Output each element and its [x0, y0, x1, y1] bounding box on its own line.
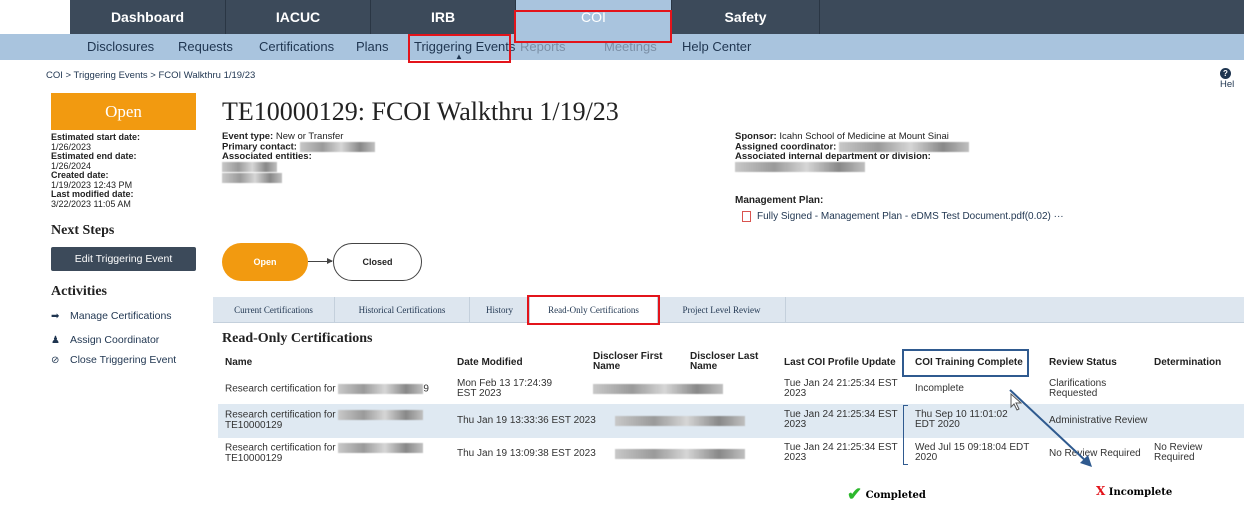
workflow-state-open: Open: [222, 243, 308, 281]
col-header-name[interactable]: Name: [225, 358, 252, 368]
cell-name[interactable]: Research certification for 9: [225, 384, 445, 395]
start-date-label: Estimated start date:: [51, 132, 141, 142]
more-options-icon[interactable]: ···: [1054, 211, 1064, 222]
nav-dashboard[interactable]: Dashboard: [70, 0, 226, 34]
cancel-circle-icon: ⊘: [51, 355, 60, 366]
help-label: Help: [1220, 79, 1234, 90]
associated-entities-label: Associated entities:: [222, 150, 312, 162]
cell-name[interactable]: Research certification for TE10000129: [225, 443, 445, 464]
cell-training-complete: Incomplete: [915, 383, 964, 394]
tab-bar: Current Certifications Historical Certif…: [213, 297, 1244, 324]
status-badge: Open: [51, 93, 196, 130]
col-header-determination[interactable]: Determination: [1154, 358, 1221, 368]
redacted-name: [338, 410, 424, 420]
section-title: Read-Only Certifications: [222, 331, 373, 346]
redacted-coordinator: [838, 141, 969, 152]
workflow-state-closed: Closed: [333, 243, 422, 281]
help-icon: ?: [1220, 68, 1231, 79]
legend-incomplete: X Incomplete: [1096, 484, 1172, 498]
x-icon: X: [1096, 484, 1106, 498]
nav-iacuc[interactable]: IACUC: [226, 0, 371, 34]
cell-profile-update: Tue Jan 24 21:25:34 EST 2023: [784, 442, 898, 463]
redacted-discloser: [593, 384, 723, 394]
page-title: TE10000129: FCOI Walkthru 1/19/23: [222, 97, 619, 126]
cell-profile-update: Tue Jan 24 21:25:34 EST 2023: [784, 378, 898, 399]
cell-profile-update: Tue Jan 24 21:25:34 EST 2023: [784, 409, 898, 430]
activities-heading: Activities: [51, 284, 107, 299]
breadcrumb[interactable]: COI > Triggering Events > FCOI Walkthru …: [46, 70, 255, 81]
nav-irb[interactable]: IRB: [371, 0, 516, 34]
workflow-arrow-icon: [308, 258, 333, 264]
modified-date-label: Last modified date:: [51, 189, 134, 199]
management-plan-file: Fully Signed - Management Plan - eDMS Te…: [757, 211, 1051, 223]
legend-completed-label: Completed: [865, 490, 926, 501]
cell-name[interactable]: Research certification for TE10000129: [225, 410, 445, 431]
redacted-contact: [299, 141, 375, 152]
tab-project-level-review[interactable]: Project Level Review: [658, 297, 786, 323]
activity-assign-coordinator[interactable]: ♟ Assign Coordinator: [51, 334, 159, 346]
cell-name-id: TE10000129: [225, 452, 283, 464]
annotation-bracket: [903, 405, 908, 465]
add-user-icon: ♟: [51, 335, 60, 346]
management-plan-label: Management Plan:: [735, 195, 824, 206]
activity-label: Manage Certifications: [70, 310, 172, 322]
col-header-review-status[interactable]: Review Status: [1049, 358, 1117, 368]
cell-date-modified: Mon Feb 13 17:24:39 EST 2023: [457, 378, 553, 399]
cell-name-suffix: 9: [423, 383, 429, 395]
legend-incomplete-label: Incomplete: [1108, 487, 1173, 498]
tab-historical-certifications[interactable]: Historical Certifications: [335, 297, 470, 323]
redacted-name: [338, 443, 424, 453]
cell-discloser-names: [593, 384, 723, 395]
activity-close-triggering-event[interactable]: ⊘ Close Triggering Event: [51, 354, 176, 366]
col-header-date-modified[interactable]: Date Modified: [457, 358, 523, 368]
cell-date-modified: Thu Jan 19 13:09:38 EST 2023: [457, 448, 596, 459]
col-header-last-coi-profile-update[interactable]: Last COI Profile Update: [784, 358, 896, 368]
redacted-discloser: [615, 449, 745, 459]
cell-date-modified: Thu Jan 19 13:33:36 EST 2023: [457, 415, 596, 426]
cell-discloser-names: [615, 449, 745, 460]
cell-discloser-names: [615, 416, 745, 427]
end-date-label: Estimated end date:: [51, 151, 137, 161]
redacted-department: [735, 162, 865, 173]
subnav-plans[interactable]: Plans: [356, 34, 389, 60]
activity-manage-certifications[interactable]: ➡ Manage Certifications: [51, 310, 172, 322]
redacted-entity: [222, 162, 277, 173]
activity-label: Close Triggering Event: [70, 354, 177, 366]
legend-completed: ✔ Completed: [847, 484, 926, 505]
annotation-box-training-column: [902, 349, 1029, 377]
pdf-icon: [742, 211, 751, 222]
cell-name-id: TE10000129: [225, 419, 283, 431]
cell-determination: No Review Required: [1154, 442, 1203, 463]
edit-triggering-event-button[interactable]: Edit Triggering Event: [51, 247, 196, 271]
subnav-disclosures[interactable]: Disclosures: [87, 34, 154, 60]
subnav-certifications[interactable]: Certifications: [259, 34, 334, 60]
subnav-help-center[interactable]: Help Center: [682, 34, 751, 60]
help-link[interactable]: ? Help: [1220, 68, 1244, 90]
tab-current-certifications[interactable]: Current Certifications: [213, 297, 335, 323]
event-dates: Estimated start date: 1/26/2023 Estimate…: [51, 132, 221, 209]
redacted-discloser: [615, 416, 745, 426]
created-date-label: Created date:: [51, 170, 109, 180]
annotation-box-triggering-events: [408, 34, 511, 63]
check-icon: ✔: [847, 484, 863, 505]
redacted-name: [338, 384, 424, 394]
redacted-entity: [222, 173, 282, 184]
arrow-in-box-icon: ➡: [51, 311, 60, 322]
activity-label: Assign Coordinator: [70, 334, 160, 346]
tab-history[interactable]: History: [470, 297, 530, 323]
subnav-requests[interactable]: Requests: [178, 34, 233, 60]
department-label: Associated internal department or divisi…: [735, 150, 931, 162]
annotation-box-read-only-tab: [527, 295, 660, 325]
annotation-box-coi: [514, 10, 672, 43]
event-details: Event type: New or Transfer Primary cont…: [222, 132, 375, 184]
nav-safety[interactable]: Safety: [672, 0, 820, 34]
management-plan-link[interactable]: Fully Signed - Management Plan - eDMS Te…: [742, 211, 1064, 222]
next-steps-heading: Next Steps: [51, 223, 115, 238]
mouse-cursor-icon: [1010, 393, 1023, 411]
sponsor-details: Sponsor: Icahn School of Medicine at Mou…: [735, 132, 969, 173]
col-header-discloser-last-name[interactable]: Discloser Last Name: [690, 352, 770, 372]
cell-name-text: Research certification for: [225, 383, 336, 395]
col-header-discloser-first-name[interactable]: Discloser First Name: [593, 352, 673, 372]
modified-date: 3/22/2023 11:05 AM: [51, 198, 131, 209]
